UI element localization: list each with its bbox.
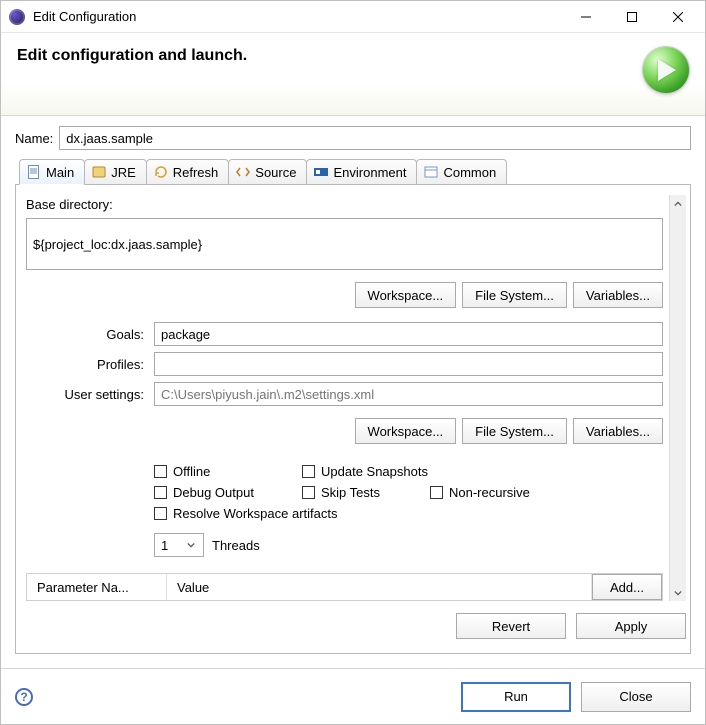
titlebar: Edit Configuration xyxy=(1,1,705,33)
threads-label: Threads xyxy=(212,538,260,553)
goals-input[interactable] xyxy=(154,322,663,346)
close-window-button[interactable] xyxy=(655,2,701,32)
name-row: Name: xyxy=(15,126,691,150)
variables-button-2[interactable]: Variables... xyxy=(573,418,663,444)
revert-button[interactable]: Revert xyxy=(456,613,566,639)
non-recursive-label: Non-recursive xyxy=(449,485,530,500)
tab-panel: Base directory: Workspace... File System… xyxy=(15,184,691,654)
environment-icon xyxy=(313,164,329,180)
tab-label: Source xyxy=(255,165,296,180)
goals-label: Goals: xyxy=(26,327,146,342)
scroll-down-icon[interactable] xyxy=(670,584,686,601)
base-directory-input[interactable] xyxy=(26,218,663,270)
name-input[interactable] xyxy=(59,126,691,150)
common-icon xyxy=(423,164,439,180)
debug-output-label: Debug Output xyxy=(173,485,254,500)
threads-combo[interactable]: 1 xyxy=(154,533,204,557)
workspace-button[interactable]: Workspace... xyxy=(355,282,457,308)
help-icon[interactable]: ? xyxy=(15,688,33,706)
scroll-up-icon[interactable] xyxy=(670,195,686,212)
tab-refresh[interactable]: Refresh xyxy=(146,159,230,185)
minimize-button[interactable] xyxy=(563,2,609,32)
user-settings-input[interactable] xyxy=(154,382,663,406)
banner-heading: Edit configuration and launch. xyxy=(17,47,643,65)
tab-content-main: Base directory: Workspace... File System… xyxy=(26,195,669,601)
tab-common[interactable]: Common xyxy=(416,159,507,185)
tab-source[interactable]: Source xyxy=(228,159,307,185)
workspace-button-2[interactable]: Workspace... xyxy=(355,418,457,444)
base-directory-buttons: Workspace... File System... Variables... xyxy=(26,282,663,308)
checkbox-group: Offline Update Snapshots Debug Output xyxy=(154,464,663,521)
user-settings-buttons: Workspace... File System... Variables... xyxy=(26,418,663,444)
run-button[interactable]: Run xyxy=(461,682,571,712)
add-parameter-button[interactable]: Add... xyxy=(592,574,662,600)
window-title: Edit Configuration xyxy=(33,9,563,24)
file-system-button[interactable]: File System... xyxy=(462,282,567,308)
profiles-input[interactable] xyxy=(154,352,663,376)
tab-main[interactable]: Main xyxy=(19,159,85,185)
tabs-strip: Main JRE Refresh Source xyxy=(15,158,691,184)
name-label: Name: xyxy=(15,131,53,146)
skip-tests-label: Skip Tests xyxy=(321,485,380,500)
chevron-down-icon xyxy=(179,534,203,556)
maximize-button[interactable] xyxy=(609,2,655,32)
dialog-window: Edit Configuration Edit configuration an… xyxy=(0,0,706,725)
resolve-workspace-label: Resolve Workspace artifacts xyxy=(173,506,338,521)
tab-label: Common xyxy=(443,165,496,180)
offline-label: Offline xyxy=(173,464,210,479)
resolve-workspace-checkbox[interactable]: Resolve Workspace artifacts xyxy=(154,506,338,521)
tab-label: Main xyxy=(46,165,74,180)
close-button[interactable]: Close xyxy=(581,682,691,712)
jre-icon xyxy=(91,164,107,180)
base-directory-label: Base directory: xyxy=(26,197,663,212)
banner: Edit configuration and launch. xyxy=(1,33,705,116)
skip-tests-checkbox[interactable]: Skip Tests xyxy=(302,485,402,500)
profiles-label: Profiles: xyxy=(26,357,146,372)
tab-jre[interactable]: JRE xyxy=(84,159,147,185)
eclipse-icon xyxy=(9,9,25,25)
param-value-header[interactable]: Value xyxy=(167,574,592,600)
non-recursive-checkbox[interactable]: Non-recursive xyxy=(430,485,530,500)
tab-label: JRE xyxy=(111,165,136,180)
debug-output-checkbox[interactable]: Debug Output xyxy=(154,485,274,500)
tab-environment[interactable]: Environment xyxy=(306,159,417,185)
update-snapshots-label: Update Snapshots xyxy=(321,464,428,479)
user-settings-label: User settings: xyxy=(26,387,146,402)
dialog-footer: ? Run Close xyxy=(1,668,705,724)
refresh-icon xyxy=(153,164,169,180)
parameters-table: Parameter Na... Value Add... xyxy=(26,573,663,601)
document-icon xyxy=(26,164,42,180)
run-icon xyxy=(643,47,689,93)
source-icon xyxy=(235,164,251,180)
variables-button[interactable]: Variables... xyxy=(573,282,663,308)
tab-label: Refresh xyxy=(173,165,219,180)
param-name-header[interactable]: Parameter Na... xyxy=(27,574,167,600)
revert-apply-row: Revert Apply xyxy=(26,601,686,643)
apply-button[interactable]: Apply xyxy=(576,613,686,639)
threads-value: 1 xyxy=(155,538,179,553)
file-system-button-2[interactable]: File System... xyxy=(462,418,567,444)
vertical-scrollbar[interactable] xyxy=(669,195,686,601)
body-area: Name: Main JRE Refresh xyxy=(1,116,705,668)
offline-checkbox[interactable]: Offline xyxy=(154,464,274,479)
tab-label: Environment xyxy=(333,165,406,180)
update-snapshots-checkbox[interactable]: Update Snapshots xyxy=(302,464,428,479)
